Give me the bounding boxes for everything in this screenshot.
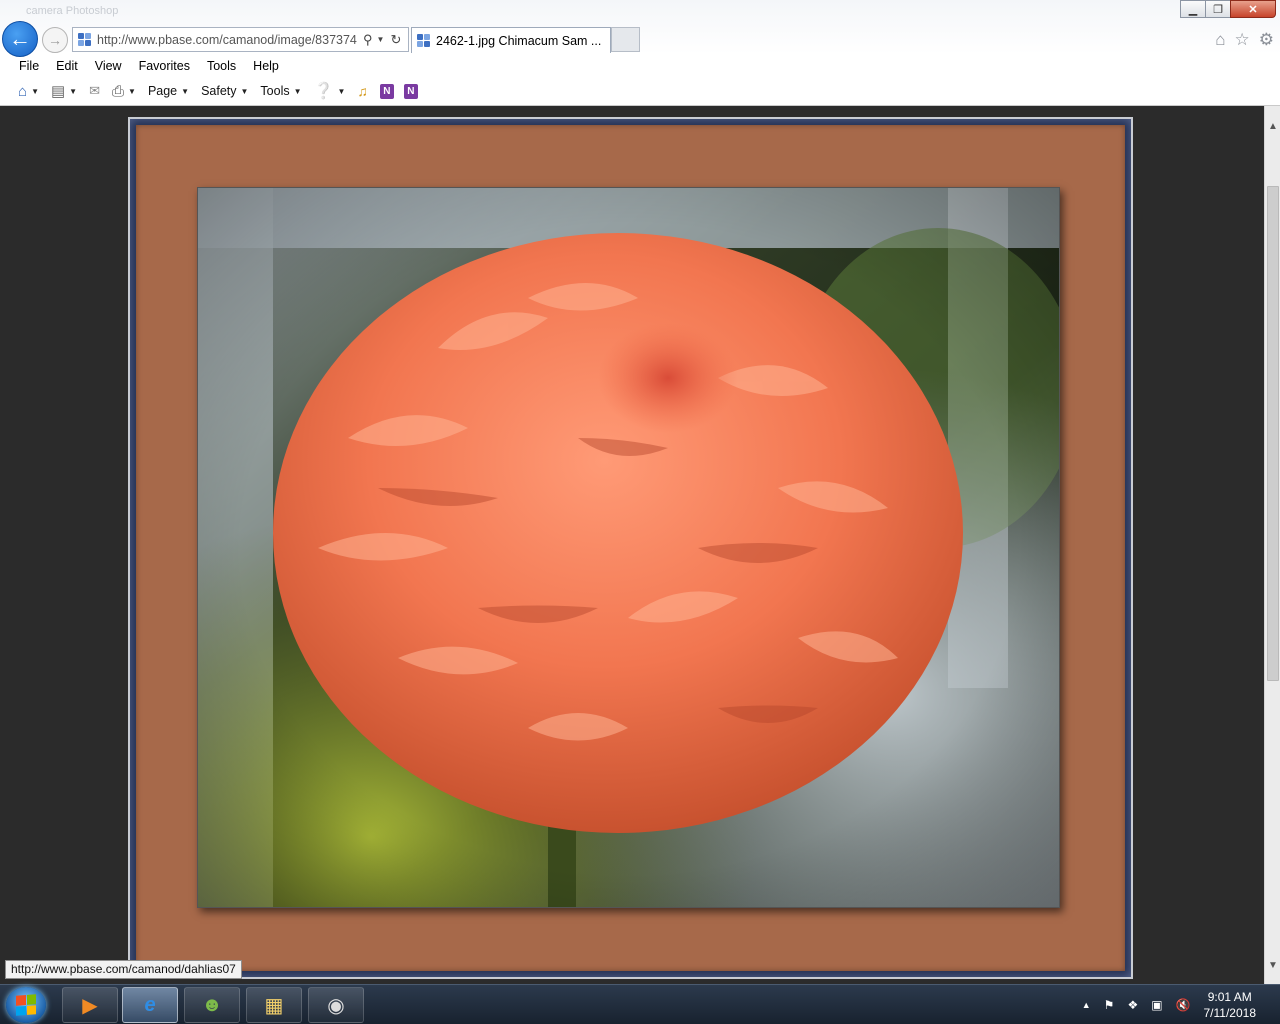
frame-mat (136, 125, 1125, 971)
windows-logo-icon (16, 994, 36, 1016)
menu-view[interactable]: View (95, 59, 122, 73)
page-menu-label: Page (147, 84, 178, 98)
system-tray: ▲ ⚑ ❖ ▣ 🔇 9:01 AM 7/11/2018 (1082, 985, 1280, 1024)
chevron-down-icon: ▼ (240, 86, 249, 96)
menu-help[interactable]: Help (253, 59, 279, 73)
taskbar-users[interactable]: ☻ (184, 987, 240, 1023)
scroll-down-icon[interactable]: ▼ (1265, 957, 1280, 974)
search-icon[interactable]: ⚲ (363, 32, 373, 48)
new-tab-button[interactable] (611, 27, 640, 52)
research-icon: ♫ (357, 83, 368, 99)
back-arrow-icon: ← (9, 26, 31, 51)
chevron-down-icon: ▼ (181, 86, 190, 96)
address-url[interactable]: http://www.pbase.com/camanod/image/83737… (97, 33, 359, 47)
dahlia-photo[interactable] (197, 187, 1060, 908)
back-button[interactable]: ← (2, 21, 38, 57)
network-icon[interactable]: ▣ (1151, 998, 1162, 1012)
forward-arrow-icon: → (48, 32, 62, 48)
help-button[interactable]: ❔ ▼ (314, 81, 346, 101)
status-link-tooltip: http://www.pbase.com/camanod/dahlias07 (5, 960, 242, 979)
print-icon: ⎙ (112, 82, 125, 100)
chevron-down-icon: ▼ (293, 86, 302, 96)
taskbar-file-explorer[interactable]: ▦ (246, 987, 302, 1023)
minimize-button[interactable]: ▁ (1180, 0, 1206, 18)
vertical-scrollbar[interactable]: ▲ ▼ (1264, 106, 1280, 984)
menu-edit[interactable]: Edit (56, 59, 78, 73)
scroll-up-icon[interactable]: ▲ (1265, 118, 1280, 135)
flag-icon[interactable]: ⚑ (1104, 998, 1115, 1012)
command-bar: ⌂ ▼ ▤ ▼ ✉ ⎙ ▼ Page ▼ Safety ▼ Tools ▼ ❔ ▼ ♫ N N (0, 79, 1280, 103)
chevron-down-icon: ▼ (69, 86, 78, 96)
clock[interactable]: 9:01 AM 7/11/2018 (1204, 989, 1257, 1021)
users-icon: ☻ (201, 993, 223, 1016)
eye-icon: ◉ (327, 994, 345, 1017)
dropbox-icon[interactable]: ❖ (1127, 998, 1138, 1012)
tools-menu-label: Tools (260, 84, 290, 98)
mail-icon: ✉ (89, 83, 100, 98)
onenote-linked-icon[interactable]: N (403, 83, 418, 99)
start-button[interactable] (6, 987, 46, 1023)
show-hidden-icons-icon[interactable]: ▲ (1082, 1000, 1091, 1010)
feeds-button[interactable]: ▤ ▼ (51, 82, 77, 100)
frame-border (130, 119, 1131, 977)
taskbar: ▶ e ☻ ▦ ◉ ▲ ⚑ ❖ ▣ 🔇 9:01 AM 7/11/2018 (0, 984, 1280, 1024)
page-content (0, 106, 1264, 984)
dropdown-arrow-icon[interactable]: ▼ (377, 35, 385, 44)
scrollbar-thumb[interactable] (1267, 186, 1279, 681)
home-icon: ⌂ (18, 82, 28, 100)
chevron-down-icon: ▼ (128, 86, 136, 96)
internet-explorer-icon: e (144, 993, 156, 1016)
menu-favorites[interactable]: Favorites (139, 59, 190, 73)
research-button[interactable]: ♫ (357, 83, 368, 99)
safety-menu[interactable]: Safety ▼ (201, 84, 248, 98)
home-icon[interactable]: ⌂ (1215, 30, 1225, 50)
photo-frame (128, 117, 1133, 979)
tab-title: 2462-1.jpg Chimacum Sam ... (436, 33, 602, 48)
gear-icon[interactable]: ⚙ (1259, 30, 1274, 50)
mail-button[interactable]: ✉ (89, 83, 100, 99)
title-bar: camera Photoshop ← → http://www.pbase.co… (0, 0, 1280, 57)
clock-time: 9:01 AM (1207, 990, 1252, 1004)
media-player-icon: ▶ (82, 994, 98, 1017)
taskbar-internet-explorer[interactable]: e (122, 987, 178, 1023)
restore-button[interactable]: ❐ (1205, 0, 1231, 18)
volume-muted-icon[interactable]: 🔇 (1176, 998, 1191, 1012)
home-button[interactable]: ⌂ ▼ (18, 83, 39, 100)
refresh-icon[interactable]: ↻ (390, 32, 401, 48)
close-button[interactable]: ✕ (1230, 0, 1276, 18)
browser-right-icons: ⌂ ☆ ⚙ (1215, 30, 1274, 50)
chevron-down-icon: ▼ (337, 86, 346, 96)
folder-icon: ▦ (264, 994, 284, 1017)
print-button[interactable]: ⎙ ▼ (112, 83, 136, 100)
clock-date: 7/11/2018 (1203, 1006, 1257, 1020)
address-bar[interactable]: http://www.pbase.com/camanod/image/83737… (72, 27, 409, 52)
forward-button[interactable]: → (42, 27, 68, 53)
tab-active[interactable]: 2462-1.jpg Chimacum Sam ... (411, 27, 611, 53)
rss-icon: ▤ (50, 83, 66, 100)
help-icon: ❔ (313, 83, 334, 100)
tab-favicon-icon (417, 33, 431, 48)
menu-tools[interactable]: Tools (207, 59, 236, 73)
onenote-icon[interactable]: N (379, 83, 394, 99)
browser-chrome: camera Photoshop ← → http://www.pbase.co… (0, 0, 1280, 106)
site-favicon-icon (78, 32, 92, 47)
menu-file[interactable]: File (19, 59, 39, 73)
taskbar-photo-viewer[interactable]: ◉ (308, 987, 364, 1023)
tools-menu[interactable]: Tools ▼ (260, 84, 301, 98)
taskbar-media-player[interactable]: ▶ (62, 987, 118, 1023)
dahlia-image (198, 188, 1059, 907)
page-menu[interactable]: Page ▼ (148, 84, 189, 98)
menu-bar: File Edit View Favorites Tools Help (0, 55, 1280, 77)
window-title: camera Photoshop (26, 5, 119, 17)
safety-menu-label: Safety (201, 84, 237, 98)
window-controls: ▁ ❐ ✕ (1180, 0, 1276, 18)
star-icon[interactable]: ☆ (1235, 30, 1250, 50)
chevron-down-icon: ▼ (31, 86, 39, 96)
